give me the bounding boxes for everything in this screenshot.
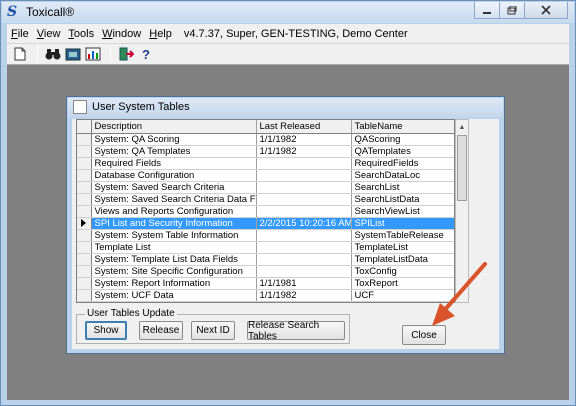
annotation-arrow [432,262,487,326]
arrow-icon [432,262,487,326]
